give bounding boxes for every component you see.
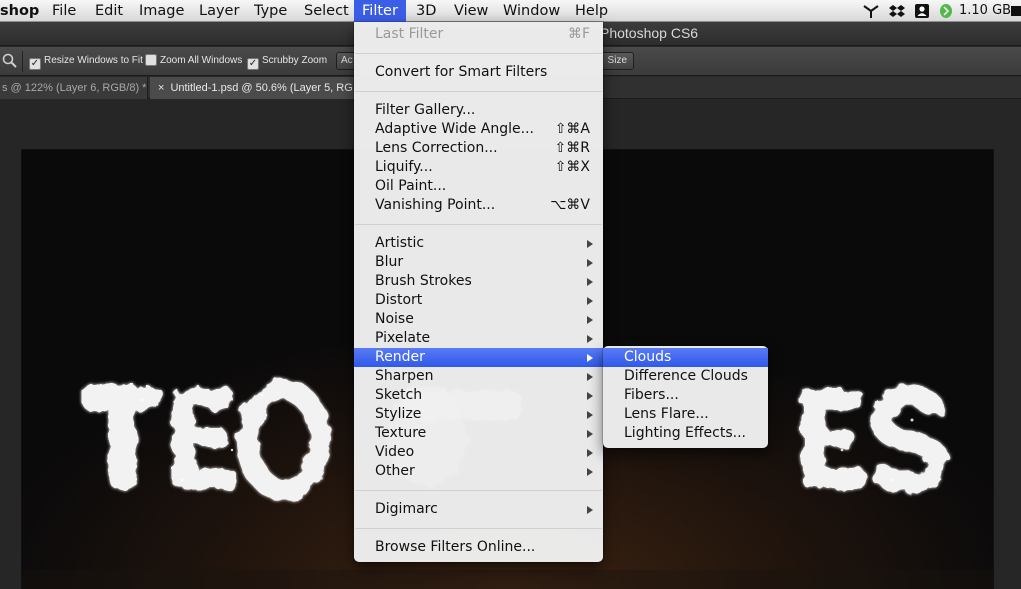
render-submenu: Clouds Difference Clouds Fibers... Lens … (603, 346, 768, 448)
evernote-icon[interactable] (938, 3, 954, 19)
tab-document-1[interactable]: s @ 122% (Layer 6, RGB/8) * (0, 77, 148, 99)
tab-label: Untitled-1.psd @ 50.6% (Layer 5, RG (170, 82, 353, 94)
app-title: Photoshop CS6 (600, 25, 699, 41)
menu-item-blur[interactable]: Blur (354, 253, 603, 272)
menu-item-pixelate[interactable]: Pixelate (354, 329, 603, 348)
menu-item-lens-flare[interactable]: Lens Flare... (603, 405, 768, 424)
submenu-arrow-icon (587, 449, 593, 457)
menu-separator (355, 91, 602, 92)
macos-menubar: shop File Edit Image Layer Type Select F… (0, 0, 1021, 22)
scrubby-zoom-checkbox[interactable]: ✓ Scrubby Zoom (247, 54, 327, 70)
menu-separator (355, 528, 602, 529)
submenu-arrow-icon (587, 335, 593, 343)
submenu-arrow-icon (587, 430, 593, 438)
menu-3d[interactable]: 3D (408, 0, 444, 22)
menu-item-video[interactable]: Video (354, 443, 603, 462)
menu-filter[interactable]: Filter (354, 0, 406, 22)
submenu-arrow-icon (587, 259, 593, 267)
checkbox-unchecked[interactable] (145, 54, 157, 66)
shortcut: ⇧⌘R (554, 140, 590, 156)
options-divider (22, 51, 23, 72)
menu-item-render[interactable]: Render (354, 348, 603, 367)
submenu-arrow-icon (587, 354, 593, 362)
shortcut: ⌥⌘V (550, 197, 590, 213)
menu-item-adaptive-wide-angle[interactable]: Adaptive Wide Angle... ⇧⌘A (354, 120, 603, 139)
menu-item-stylize[interactable]: Stylize (354, 405, 603, 424)
close-icon[interactable]: × (158, 82, 164, 94)
menu-help[interactable]: Help (567, 0, 616, 22)
submenu-arrow-icon (587, 278, 593, 286)
dropbox-icon[interactable] (889, 3, 905, 19)
menu-image[interactable]: Image (131, 0, 192, 22)
network-icon[interactable] (863, 3, 879, 19)
menu-select[interactable]: Select (296, 0, 357, 22)
tab-document-2[interactable]: × Untitled-1.psd @ 50.6% (Layer 5, RG (150, 77, 360, 99)
menu-type[interactable]: Type (246, 0, 295, 22)
app-menu[interactable]: shop (0, 0, 47, 22)
submenu-arrow-icon (587, 411, 593, 419)
menu-item-browse-filters-online[interactable]: Browse Filters Online... (354, 538, 603, 557)
submenu-arrow-icon (587, 373, 593, 381)
menu-item-sketch[interactable]: Sketch (354, 386, 603, 405)
submenu-arrow-icon (587, 240, 593, 248)
checkbox-checked[interactable]: ✓ (29, 58, 41, 70)
menu-item-convert-smart-filters[interactable]: Convert for Smart Filters (354, 63, 603, 82)
user-icon[interactable] (914, 3, 930, 19)
zoom-all-windows-checkbox[interactable]: Zoom All Windows (145, 54, 242, 70)
menu-separator (355, 53, 602, 54)
menu-item-fibers[interactable]: Fibers... (603, 386, 768, 405)
resize-windows-label: Resize Windows to Fit (44, 55, 143, 66)
menu-item-oil-paint[interactable]: Oil Paint... (354, 177, 603, 196)
tab-label: s @ 122% (Layer 6, RGB/8) * (2, 82, 147, 94)
menu-separator (355, 224, 602, 225)
menu-item-other[interactable]: Other (354, 462, 603, 481)
menu-item-noise[interactable]: Noise (354, 310, 603, 329)
menu-item-difference-clouds[interactable]: Difference Clouds (603, 367, 768, 386)
memory-readout: 1.10 GB (959, 3, 1012, 18)
menu-item-vanishing-point[interactable]: Vanishing Point... ⌥⌘V (354, 196, 603, 215)
shortcut: ⇧⌘A (554, 121, 590, 137)
checkbox-checked[interactable]: ✓ (247, 58, 259, 70)
menu-item-clouds[interactable]: Clouds (603, 348, 768, 367)
zoom-all-windows-label: Zoom All Windows (160, 55, 243, 66)
submenu-arrow-icon (587, 468, 593, 476)
menu-item-texture[interactable]: Texture (354, 424, 603, 443)
menu-edit[interactable]: Edit (87, 0, 131, 22)
menu-item-sharpen[interactable]: Sharpen (354, 367, 603, 386)
menu-separator (355, 490, 602, 491)
menu-item-artistic[interactable]: Artistic (354, 234, 603, 253)
battery-icon[interactable] (1011, 3, 1021, 19)
submenu-arrow-icon (587, 506, 593, 514)
shortcut: ⌘F (567, 26, 590, 42)
menu-item-lighting-effects[interactable]: Lighting Effects... (603, 424, 768, 443)
menu-item-filter-gallery[interactable]: Filter Gallery... (354, 101, 603, 120)
menu-item-lens-correction[interactable]: Lens Correction... ⇧⌘R (354, 139, 603, 158)
menu-item-liquify[interactable]: Liquify... ⇧⌘X (354, 158, 603, 177)
menu-item-distort[interactable]: Distort (354, 291, 603, 310)
menu-file[interactable]: File (44, 0, 84, 22)
menu-window[interactable]: Window (495, 0, 568, 22)
menu-view[interactable]: View (446, 0, 496, 22)
filter-menu: Last Filter ⌘F Convert for Smart Filters… (354, 22, 603, 562)
menu-item-last-filter[interactable]: Last Filter ⌘F (354, 25, 603, 44)
submenu-arrow-icon (587, 297, 593, 305)
submenu-arrow-icon (587, 392, 593, 400)
scrubby-zoom-label: Scrubby Zoom (262, 55, 328, 66)
zoom-icon[interactable] (2, 53, 18, 69)
menu-item-brush-strokes[interactable]: Brush Strokes (354, 272, 603, 291)
menu-item-digimarc[interactable]: Digimarc (354, 500, 603, 519)
menu-layer[interactable]: Layer (191, 0, 247, 22)
shortcut: ⇧⌘X (554, 159, 590, 175)
resize-windows-checkbox[interactable]: ✓ Resize Windows to Fit (29, 54, 143, 70)
submenu-arrow-icon (587, 316, 593, 324)
